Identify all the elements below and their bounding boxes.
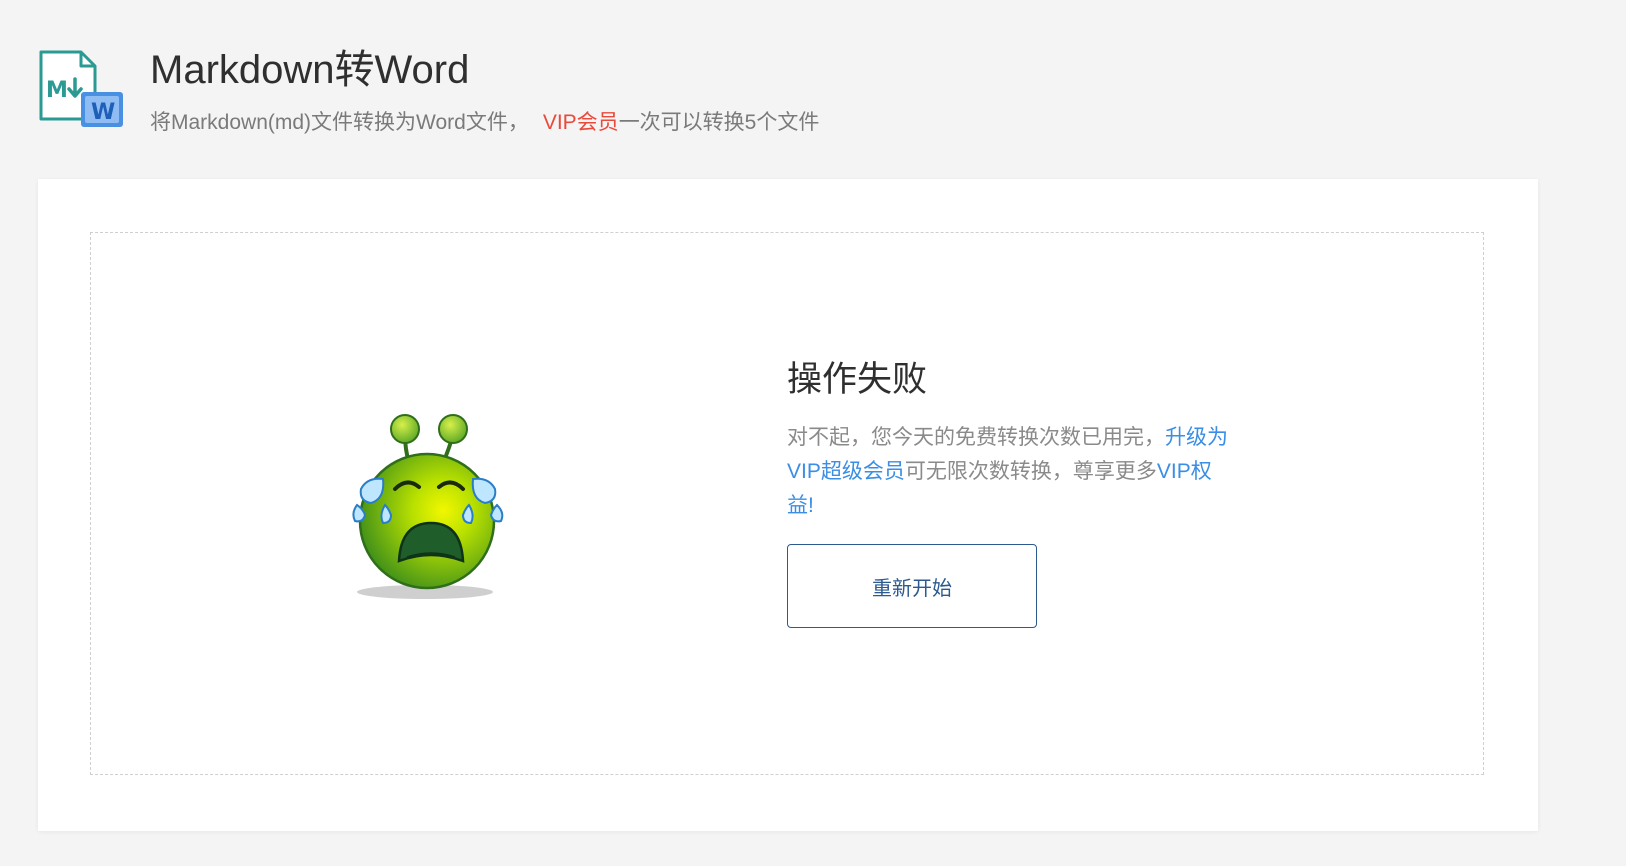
- result-panel: 操作失败 对不起，您今天的免费转换次数已用完，升级为VIP超级会员可无限次数转换…: [787, 355, 1237, 628]
- svg-text:W: W: [91, 100, 115, 125]
- converter-card: 操作失败 对不起，您今天的免费转换次数已用完，升级为VIP超级会员可无限次数转换…: [38, 179, 1538, 831]
- result-title: 操作失败: [787, 360, 928, 399]
- restart-button[interactable]: 重新开始: [787, 544, 1037, 628]
- page-subtitle: 将Markdown(md)文件转换为Word文件， VIP会员一次可以转换5个文件: [150, 108, 819, 138]
- upload-area: 操作失败 对不起，您今天的免费转换次数已用完，升级为VIP超级会员可无限次数转换…: [90, 232, 1484, 775]
- page-title: Markdown转Word: [150, 48, 470, 92]
- message-prefix: 对不起，您今天的免费转换次数已用完，: [787, 426, 1165, 449]
- subtitle-prefix: 将Markdown(md)文件转换为Word文件，: [150, 111, 529, 134]
- message-end: !: [808, 494, 814, 517]
- crying-alien-icon: [349, 411, 509, 599]
- md-to-word-logo-icon: M W: [37, 49, 129, 135]
- subtitle-suffix: 一次可以转换5个文件: [618, 111, 820, 134]
- result-message: 对不起，您今天的免费转换次数已用完，升级为VIP超级会员可无限次数转换，尊享更多…: [787, 421, 1237, 523]
- message-middle: 可无限次数转换，尊享更多: [904, 460, 1157, 483]
- vip-member-text: VIP会员: [542, 111, 619, 134]
- svg-text:M: M: [46, 78, 68, 103]
